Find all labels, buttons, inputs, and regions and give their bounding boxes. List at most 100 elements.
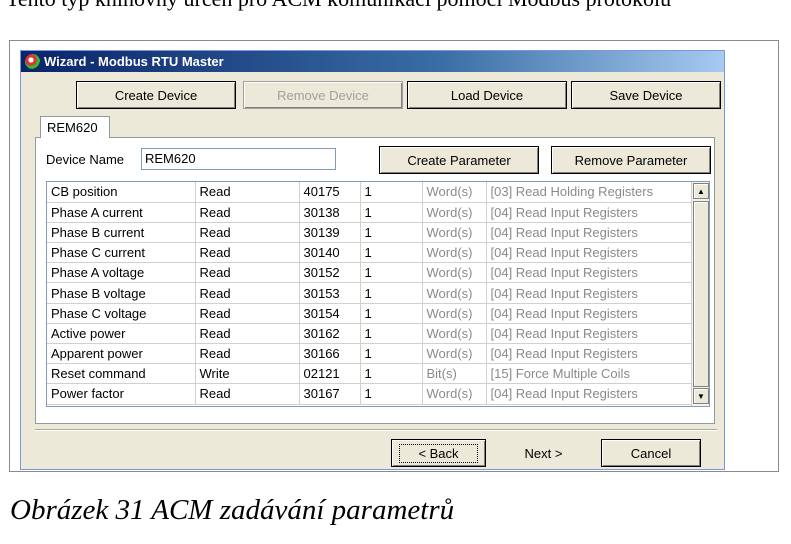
param-count-cell[interactable]: 1 [360, 303, 423, 324]
table-row[interactable]: Phase C current Read 30140 1 Word(s) [04] Rea… [47, 242, 692, 264]
param-unit-cell[interactable]: Word(s) [422, 323, 487, 345]
param-name-cell[interactable]: Phase C current [47, 242, 196, 264]
param-access-cell[interactable]: Read [195, 242, 300, 264]
param-name-cell[interactable]: Phase B voltage [47, 282, 196, 304]
table-row[interactable]: Reset command Write 02121 1 Bit(s) [15] Force… [47, 363, 692, 385]
param-name-cell[interactable]: CB position [47, 182, 196, 203]
param-function-cell[interactable]: [04] Read Input Registers [486, 303, 692, 324]
param-name-cell[interactable]: Phase A voltage [47, 262, 196, 284]
param-address-cell[interactable]: 30152 [299, 262, 361, 284]
param-count-cell[interactable]: 1 [360, 222, 423, 244]
param-name-cell[interactable]: Apparent power [47, 343, 196, 365]
param-function-cell[interactable]: [04] Read Input Registers [486, 262, 692, 284]
param-function-cell[interactable]: [04] Read Input Registers [486, 222, 692, 244]
param-function-cell[interactable]: [04] Read Input Registers [486, 202, 692, 223]
param-address-cell[interactable]: 30139 [299, 222, 361, 244]
create-device-button[interactable]: Create Device [76, 81, 236, 109]
param-function-cell[interactable]: [04] Read Input Registers [486, 282, 692, 304]
param-count-cell[interactable]: 1 [360, 262, 423, 284]
parameter-table: CB position Read 40175 1 Word(s) [03] Read Ho… [47, 182, 692, 405]
param-address-cell[interactable]: 30154 [299, 303, 361, 324]
wizard-window: Wizard - Modbus RTU Master Create Device… [20, 50, 725, 470]
param-count-cell[interactable]: 1 [360, 182, 423, 203]
param-unit-cell[interactable]: Word(s) [422, 182, 487, 203]
param-name-cell[interactable]: Reset command [47, 363, 196, 385]
cancel-button[interactable]: Cancel [601, 439, 701, 467]
table-row[interactable]: Power factor Read 30167 1 Word(s) [04] Read I… [47, 383, 692, 405]
page-top-text-cut: Tento typ knihovny určen pro ACM komunik… [0, 0, 791, 30]
param-count-cell[interactable]: 1 [360, 343, 423, 365]
param-count-cell[interactable]: 1 [360, 282, 423, 304]
table-row[interactable]: Phase C voltage Read 30154 1 Word(s) [04] Rea… [47, 303, 692, 324]
param-access-cell[interactable]: Read [195, 303, 300, 324]
param-unit-cell[interactable]: Word(s) [422, 262, 487, 284]
param-name-cell[interactable]: Phase A current [47, 202, 196, 223]
arrow-up-icon[interactable]: ▲ [693, 183, 709, 199]
device-name-label: Device Name [46, 152, 125, 167]
param-access-cell[interactable]: Write [195, 363, 300, 385]
back-button[interactable]: < Back [391, 439, 486, 467]
param-unit-cell[interactable]: Word(s) [422, 282, 487, 304]
remove-parameter-button[interactable]: Remove Parameter [551, 146, 711, 174]
param-function-cell[interactable]: [03] Read Holding Registers [486, 182, 692, 203]
table-row[interactable]: Apparent power Read 30166 1 Word(s) [04] Read… [47, 343, 692, 365]
tab-rem620[interactable]: REM620 [40, 116, 110, 138]
param-unit-cell[interactable]: Word(s) [422, 343, 487, 365]
param-address-cell[interactable]: 30167 [299, 383, 361, 405]
remove-device-button[interactable]: Remove Device [243, 81, 403, 109]
table-row[interactable]: Phase A voltage Read 30152 1 Word(s) [04] Rea… [47, 262, 692, 284]
param-name-cell[interactable]: Power factor [47, 383, 196, 405]
window-title: Wizard - Modbus RTU Master [44, 54, 224, 69]
param-address-cell[interactable]: 30153 [299, 282, 361, 304]
table-row[interactable]: Active power Read 30162 1 Word(s) [04] Read I… [47, 323, 692, 345]
device-name-input[interactable]: REM620 [141, 148, 336, 170]
param-address-cell[interactable]: 30162 [299, 323, 361, 345]
param-function-cell[interactable]: [04] Read Input Registers [486, 343, 692, 365]
param-access-cell[interactable]: Read [195, 343, 300, 365]
param-name-cell[interactable]: Phase C voltage [47, 303, 196, 324]
param-access-cell[interactable]: Read [195, 383, 300, 405]
param-address-cell[interactable]: 40175 [299, 182, 361, 203]
next-button[interactable]: Next > [496, 439, 591, 467]
title-bar[interactable]: Wizard - Modbus RTU Master [21, 51, 724, 72]
param-access-cell[interactable]: Read [195, 282, 300, 304]
param-access-cell[interactable]: Read [195, 222, 300, 244]
param-access-cell[interactable]: Read [195, 262, 300, 284]
param-access-cell[interactable]: Read [195, 182, 300, 203]
figure-caption: Obrázek 31 ACM zadávání parametrů [10, 494, 455, 526]
param-name-cell[interactable]: Phase B current [47, 222, 196, 244]
param-unit-cell[interactable]: Word(s) [422, 383, 487, 405]
param-name-cell[interactable]: Active power [47, 323, 196, 345]
param-access-cell[interactable]: Read [195, 202, 300, 223]
param-unit-cell[interactable]: Word(s) [422, 222, 487, 244]
scroll-thumb[interactable] [693, 201, 709, 387]
create-parameter-button[interactable]: Create Parameter [379, 146, 539, 174]
param-address-cell[interactable]: 02121 [299, 363, 361, 385]
param-address-cell[interactable]: 30166 [299, 343, 361, 365]
param-count-cell[interactable]: 1 [360, 323, 423, 345]
arrow-down-icon[interactable]: ▼ [693, 388, 709, 404]
param-unit-cell[interactable]: Bit(s) [422, 363, 487, 385]
load-device-button[interactable]: Load Device [407, 81, 567, 109]
param-unit-cell[interactable]: Word(s) [422, 202, 487, 223]
param-count-cell[interactable]: 1 [360, 242, 423, 264]
param-count-cell[interactable]: 1 [360, 363, 423, 385]
grid-scrollbar[interactable]: ▲ ▼ [691, 182, 709, 406]
table-row[interactable]: Phase B current Read 30139 1 Word(s) [04] Rea… [47, 222, 692, 244]
param-function-cell[interactable]: [04] Read Input Registers [486, 323, 692, 345]
param-access-cell[interactable]: Read [195, 323, 300, 345]
param-function-cell[interactable]: [04] Read Input Registers [486, 383, 692, 405]
param-unit-cell[interactable]: Word(s) [422, 303, 487, 324]
param-unit-cell[interactable]: Word(s) [422, 242, 487, 264]
save-device-button[interactable]: Save Device [571, 81, 721, 109]
param-address-cell[interactable]: 30138 [299, 202, 361, 223]
table-row[interactable]: Phase B voltage Read 30153 1 Word(s) [04] Rea… [47, 282, 692, 304]
param-address-cell[interactable]: 30140 [299, 242, 361, 264]
parameter-grid[interactable]: CB position Read 40175 1 Word(s) [03] Read Ho… [46, 181, 710, 407]
table-row[interactable]: CB position Read 40175 1 Word(s) [03] Read Ho… [47, 182, 692, 203]
param-function-cell[interactable]: [04] Read Input Registers [486, 242, 692, 264]
param-count-cell[interactable]: 1 [360, 383, 423, 405]
param-function-cell[interactable]: [15] Force Multiple Coils [486, 363, 692, 385]
param-count-cell[interactable]: 1 [360, 202, 423, 223]
table-row[interactable]: Phase A current Read 30138 1 Word(s) [04] Rea… [47, 202, 692, 223]
